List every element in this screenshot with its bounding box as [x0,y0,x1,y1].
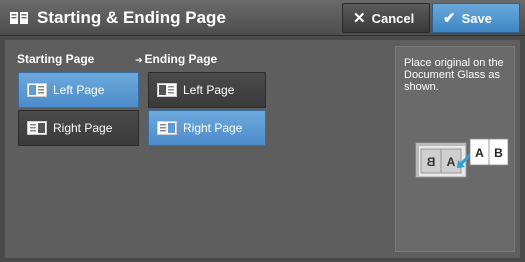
starting-left-page-button[interactable]: Left Page [18,72,139,108]
main-panel: Starting Page ➔ Ending Page Left Page Rig… [5,40,520,258]
starting-right-page-label: Right Page [53,121,113,135]
starting-page-label: Starting Page [17,52,95,66]
ending-page-heading: ➔ Ending Page [135,52,217,66]
cancel-button-label: Cancel [371,10,415,26]
starting-left-page-label: Left Page [53,83,105,97]
right-page-icon [27,121,47,135]
svg-text:B: B [494,146,503,160]
ending-left-page-button[interactable]: Left Page [148,72,266,108]
svg-text:B: B [426,155,435,169]
save-button[interactable]: ✔ Save [432,3,520,33]
checkmark-icon: ✔ [443,9,456,27]
page-title: Starting & Ending Page [37,8,226,27]
book-pages-icon [10,12,28,24]
right-page-icon [157,121,177,135]
svg-text:A: A [475,146,484,160]
starting-right-page-button[interactable]: Right Page [18,110,139,146]
left-page-icon [27,83,47,97]
title-bar: Starting & Ending Page ✕ Cancel ✔ Save [0,0,525,36]
ending-page-label: Ending Page [144,52,218,66]
placement-instruction: Place original on the Document Glass as … [404,57,504,93]
cancel-button[interactable]: ✕ Cancel [342,3,430,33]
instruction-panel: Place original on the Document Glass as … [395,46,515,252]
ending-left-page-label: Left Page [183,83,235,97]
left-page-icon [157,83,177,97]
ending-right-page-label: Right Page [183,121,243,135]
close-icon: ✕ [353,9,366,27]
save-button-label: Save [461,10,492,26]
document-glass-diagram: B A A B [415,138,509,178]
arrow-right-icon: ➔ [135,55,143,65]
ending-right-page-button[interactable]: Right Page [148,110,266,146]
svg-text:A: A [447,155,456,169]
